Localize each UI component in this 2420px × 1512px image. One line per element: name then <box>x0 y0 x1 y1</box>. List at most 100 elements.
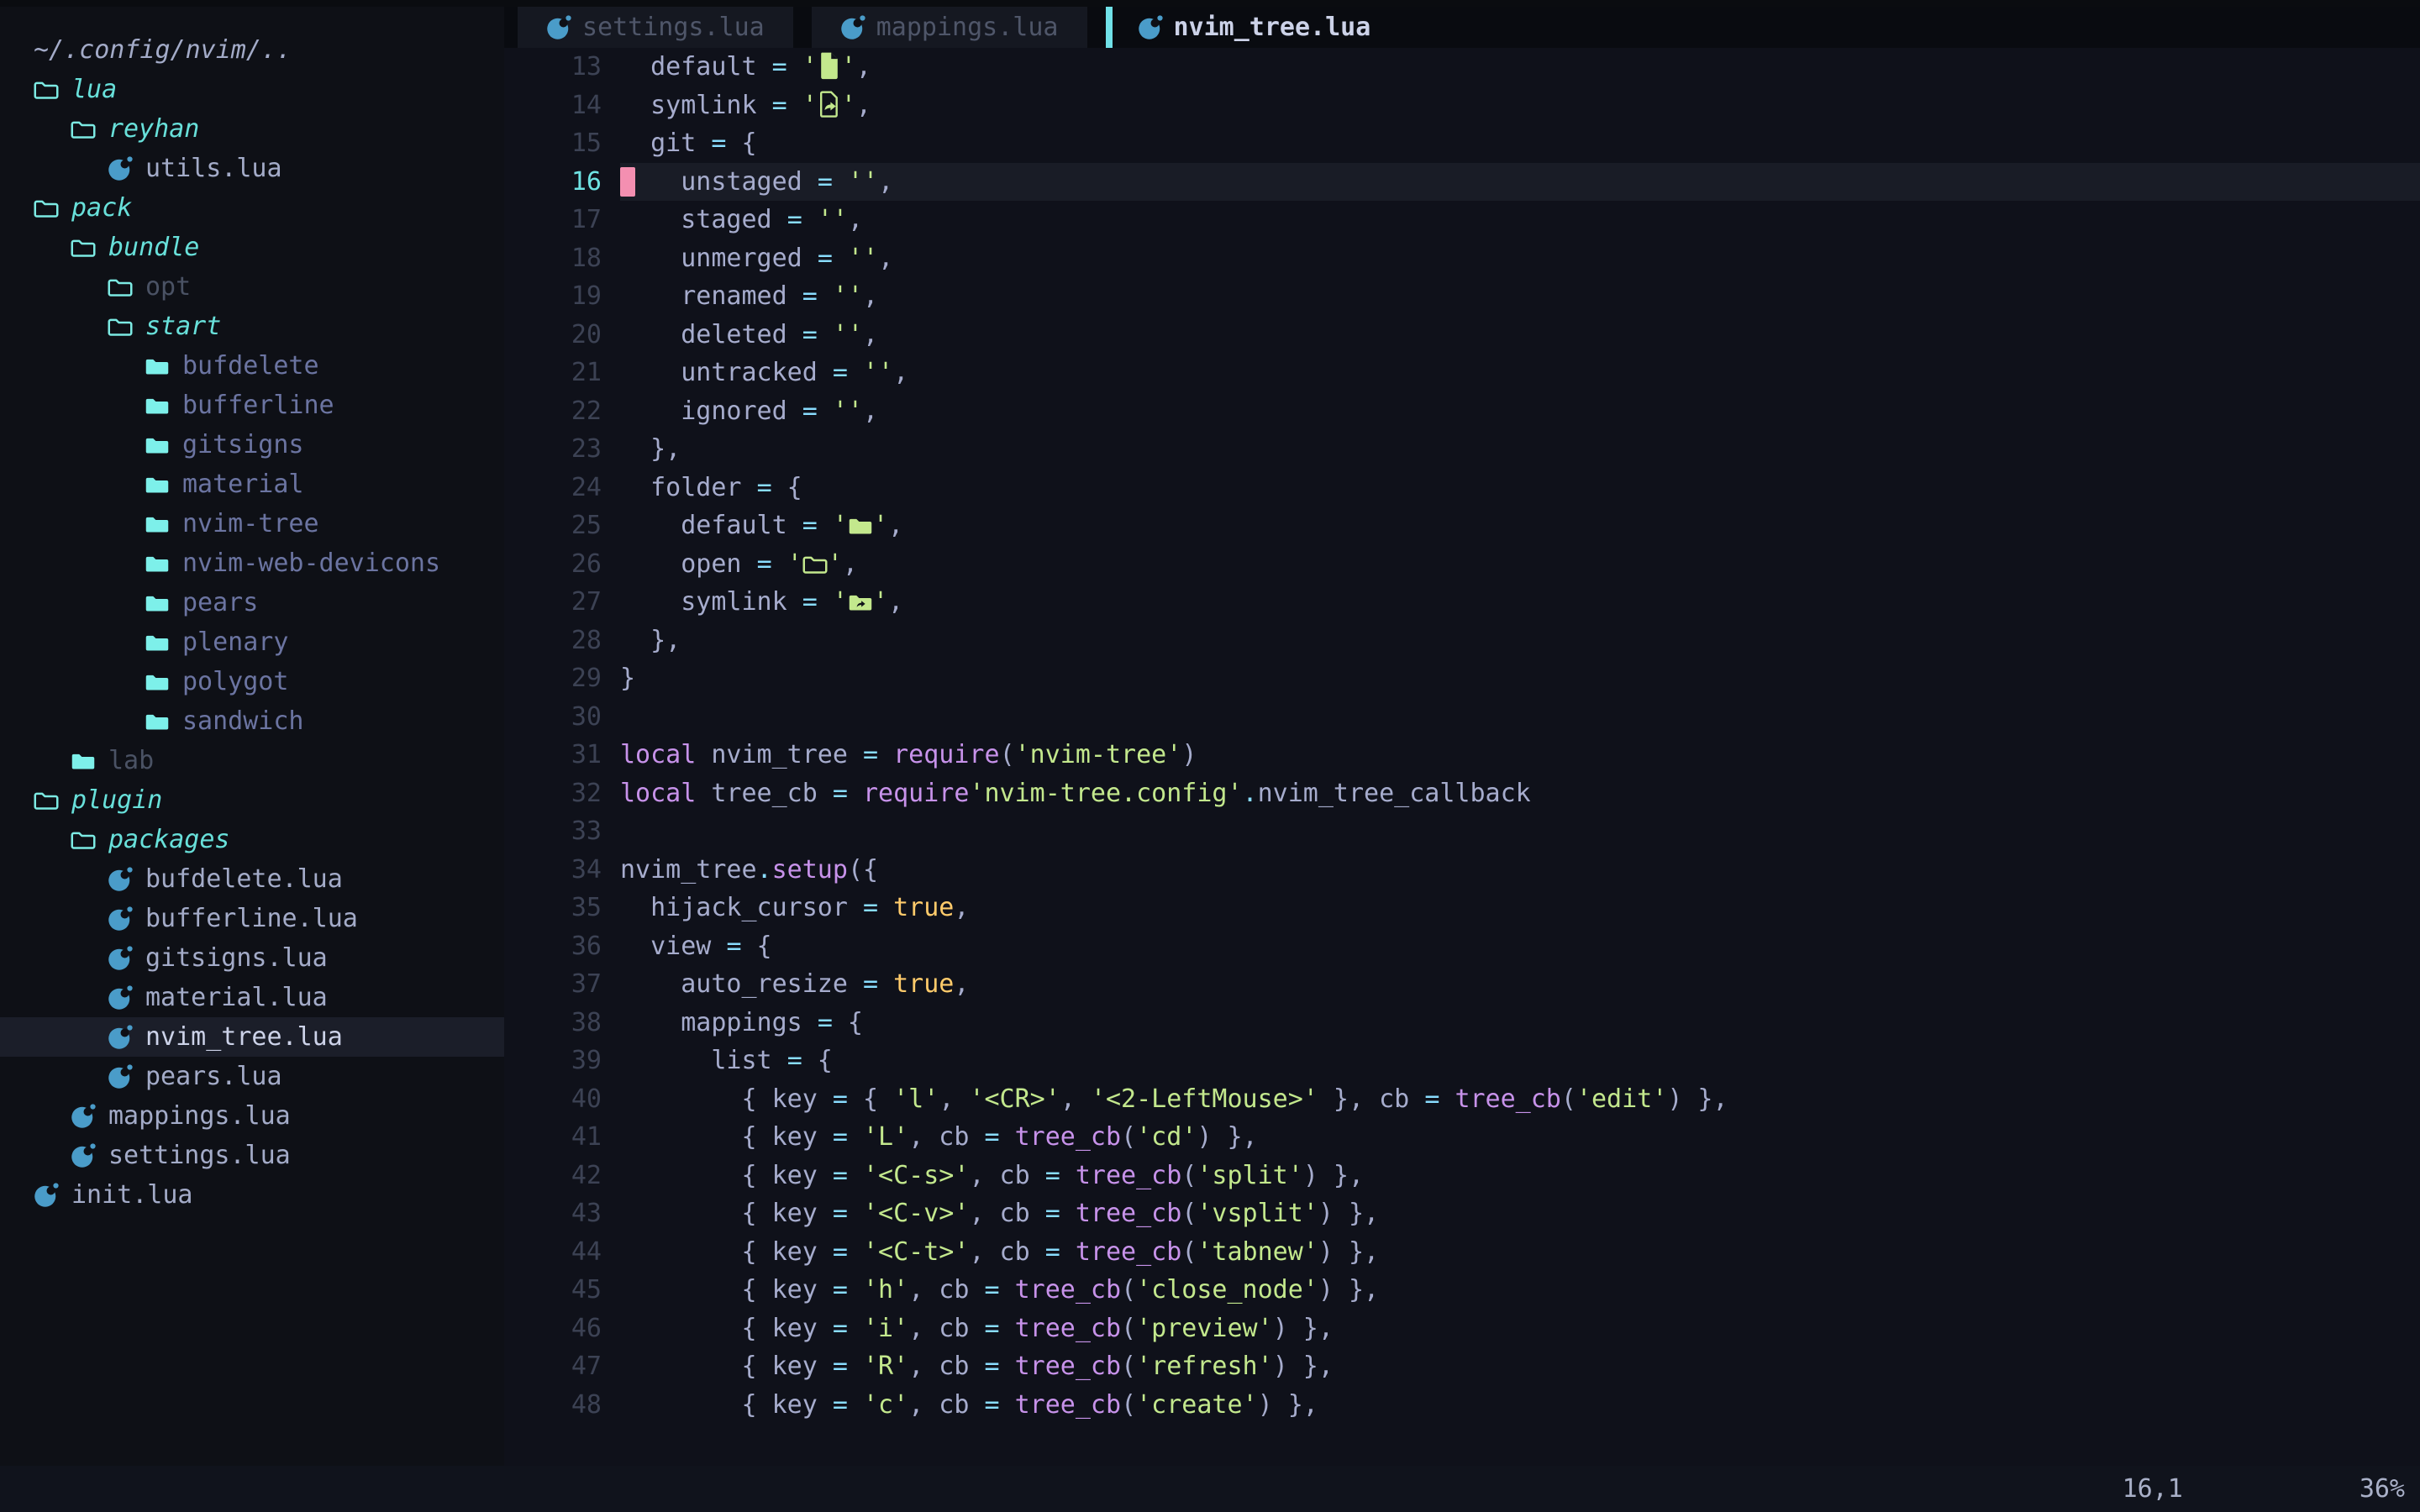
tab-settings-lua[interactable]: settings.lua <box>518 7 793 48</box>
tree-item-gitsigns[interactable]: gitsigns <box>0 425 504 465</box>
code-line-21[interactable]: 21 untracked = '', <box>504 354 2420 392</box>
tree-item-label: bundle <box>108 233 199 262</box>
code-line-31[interactable]: 31local nvim_tree = require('nvim-tree') <box>504 736 2420 774</box>
line-text: list = { <box>620 1042 2420 1080</box>
folder-icon <box>145 354 170 379</box>
code-line-37[interactable]: 37 auto_resize = true, <box>504 965 2420 1004</box>
tree-item-utils-lua[interactable]: utils.lua <box>0 149 504 188</box>
code-line-35[interactable]: 35 hijack_cursor = true, <box>504 889 2420 927</box>
code-line-13[interactable]: 13 default = '', <box>504 48 2420 87</box>
tree-item-nvim-web-devicons[interactable]: nvim-web-devicons <box>0 543 504 583</box>
tree-item-label: reyhan <box>108 114 199 144</box>
tree-item-bufferline-lua[interactable]: bufferline.lua <box>0 899 504 938</box>
code-line-26[interactable]: 26 open = '', <box>504 545 2420 584</box>
line-text: mappings = { <box>620 1004 2420 1042</box>
folder-icon <box>145 433 170 458</box>
line-text: renamed = '', <box>620 277 2420 316</box>
tree-item-polygot[interactable]: polygot <box>0 662 504 701</box>
code-line-27[interactable]: 27 symlink = '', <box>504 583 2420 622</box>
code-line-36[interactable]: 36 view = { <box>504 927 2420 966</box>
tab-mappings-lua[interactable]: mappings.lua <box>812 7 1087 48</box>
code-line-47[interactable]: 47 { key = 'R', cb = tree_cb('refresh') … <box>504 1347 2420 1386</box>
code-line-24[interactable]: 24 folder = { <box>504 469 2420 507</box>
tree-item-mappings-lua[interactable]: mappings.lua <box>0 1096 504 1136</box>
tree-item-init-lua[interactable]: init.lua <box>0 1175 504 1215</box>
tree-item-settings-lua[interactable]: settings.lua <box>0 1136 504 1175</box>
tree-item-sandwich[interactable]: sandwich <box>0 701 504 741</box>
tree-item-material[interactable]: material <box>0 465 504 504</box>
code-line-34[interactable]: 34nvim_tree.setup({ <box>504 851 2420 890</box>
tree-item-bufferline[interactable]: bufferline <box>0 386 504 425</box>
line-number: 18 <box>504 239 602 278</box>
code-line-17[interactable]: 17 staged = '', <box>504 201 2420 239</box>
tree-item-bundle[interactable]: bundle <box>0 228 504 267</box>
tree-item-reyhan[interactable]: reyhan <box>0 109 504 149</box>
folder-open-icon <box>34 788 59 813</box>
tree-item-label: pears.lua <box>145 1062 282 1091</box>
line-text: nvim_tree.setup({ <box>620 851 2420 890</box>
tree-item-lua[interactable]: lua <box>0 70 504 109</box>
tree-item-start[interactable]: start <box>0 307 504 346</box>
line-text: symlink = '', <box>620 87 2420 125</box>
code-line-38[interactable]: 38 mappings = { <box>504 1004 2420 1042</box>
line-text: { key = 'i', cb = tree_cb('preview') }, <box>620 1310 2420 1348</box>
root-path-label: ~/.config/nvim/.. <box>34 35 292 65</box>
tree-item-pears-lua[interactable]: pears.lua <box>0 1057 504 1096</box>
code-line-48[interactable]: 48 { key = 'c', cb = tree_cb('create') }… <box>504 1386 2420 1425</box>
tree-item-plugin[interactable]: plugin <box>0 780 504 820</box>
code-line-40[interactable]: 40 { key = { 'l', '<CR>', '<2-LeftMouse>… <box>504 1080 2420 1119</box>
code-line-39[interactable]: 39 list = { <box>504 1042 2420 1080</box>
code-line-25[interactable]: 25 default = '', <box>504 507 2420 545</box>
line-text: deleted = '', <box>620 316 2420 354</box>
code-line-18[interactable]: 18 unmerged = '', <box>504 239 2420 278</box>
line-number: 35 <box>504 889 602 927</box>
tree-item-label: pears <box>182 588 258 617</box>
tree-item-material-lua[interactable]: material.lua <box>0 978 504 1017</box>
code-line-46[interactable]: 46 { key = 'i', cb = tree_cb('preview') … <box>504 1310 2420 1348</box>
tree-item-packages[interactable]: packages <box>0 820 504 859</box>
code-line-28[interactable]: 28 }, <box>504 622 2420 660</box>
code-line-44[interactable]: 44 { key = '<C-t>', cb = tree_cb('tabnew… <box>504 1233 2420 1272</box>
tree-item-nvim-tree-lua[interactable]: nvim_tree.lua <box>0 1017 504 1057</box>
tree-item-label: pack <box>71 193 132 223</box>
code-line-43[interactable]: 43 { key = '<C-v>', cb = tree_cb('vsplit… <box>504 1194 2420 1233</box>
tree-item-gitsigns-lua[interactable]: gitsigns.lua <box>0 938 504 978</box>
tab-nvim-tree-lua[interactable]: nvim_tree.lua <box>1106 7 1400 48</box>
code-line-15[interactable]: 15 git = { <box>504 124 2420 163</box>
tree-item-bufdelete[interactable]: bufdelete <box>0 346 504 386</box>
line-text <box>620 812 2420 851</box>
code-line-33[interactable]: 33 <box>504 812 2420 851</box>
tree-item-label: plugin <box>71 785 162 815</box>
file-tree: luareyhanutils.luapackbundleoptstartbufd… <box>0 70 504 1215</box>
code-line-14[interactable]: 14 symlink = '', <box>504 87 2420 125</box>
code-line-42[interactable]: 42 { key = '<C-s>', cb = tree_cb('split'… <box>504 1157 2420 1195</box>
code-line-19[interactable]: 19 renamed = '', <box>504 277 2420 316</box>
editor-buffer[interactable]: 13 default = '',14 symlink = '',15 git =… <box>504 48 2420 1466</box>
line-number: 16 <box>504 163 602 202</box>
code-line-16[interactable]: 16 unstaged = '', <box>504 163 2420 202</box>
line-number: 28 <box>504 622 602 660</box>
code-line-41[interactable]: 41 { key = 'L', cb = tree_cb('cd') }, <box>504 1118 2420 1157</box>
line-number: 32 <box>504 774 602 813</box>
tree-item-plenary[interactable]: plenary <box>0 622 504 662</box>
code-line-30[interactable]: 30 <box>504 698 2420 737</box>
tree-item-lab[interactable]: lab <box>0 741 504 780</box>
line-text: { key = 'h', cb = tree_cb('close_node') … <box>620 1271 2420 1310</box>
buffer-tabline: settings.lua mappings.lua nvim_tree.lua <box>504 7 2420 48</box>
code-line-22[interactable]: 22 ignored = '', <box>504 392 2420 431</box>
tree-item-pears[interactable]: pears <box>0 583 504 622</box>
tree-item-bufdelete-lua[interactable]: bufdelete.lua <box>0 859 504 899</box>
line-text: untracked = '', <box>620 354 2420 392</box>
tree-item-opt[interactable]: opt <box>0 267 504 307</box>
tree-item-nvim-tree[interactable]: nvim-tree <box>0 504 504 543</box>
code-line-45[interactable]: 45 { key = 'h', cb = tree_cb('close_node… <box>504 1271 2420 1310</box>
code-line-29[interactable]: 29} <box>504 659 2420 698</box>
line-number: 13 <box>504 48 602 87</box>
code-line-20[interactable]: 20 deleted = '', <box>504 316 2420 354</box>
tree-item-label: opt <box>145 272 191 302</box>
code-line-32[interactable]: 32local tree_cb = require'nvim-tree.conf… <box>504 774 2420 813</box>
lua-file-icon <box>108 1064 133 1089</box>
line-number: 23 <box>504 430 602 469</box>
tree-item-pack[interactable]: pack <box>0 188 504 228</box>
code-line-23[interactable]: 23 }, <box>504 430 2420 469</box>
